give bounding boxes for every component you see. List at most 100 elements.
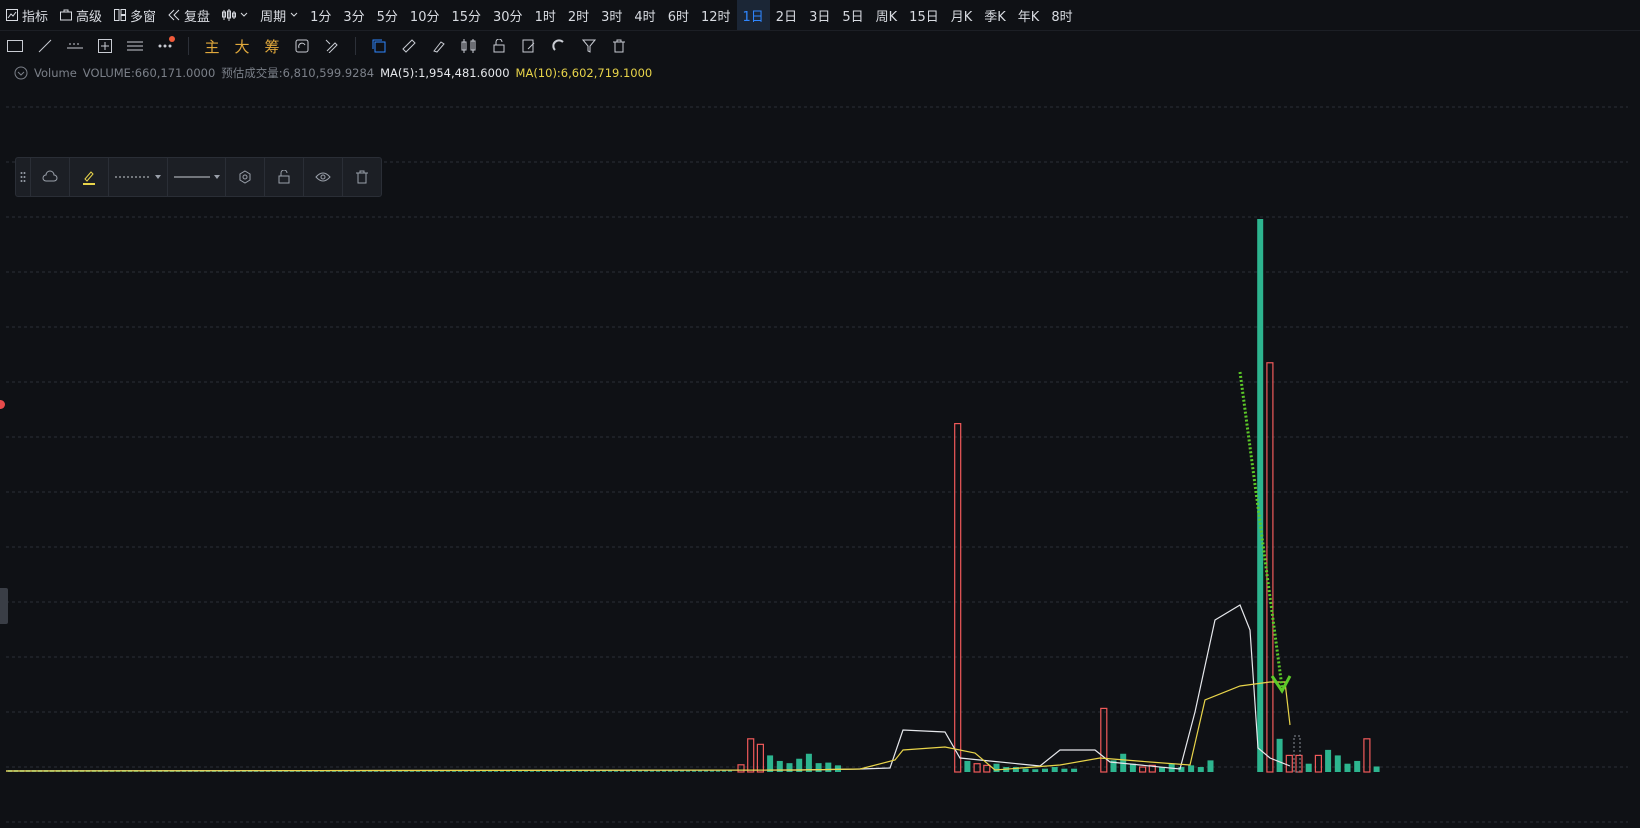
period-5d[interactable]: 5日 [836, 0, 869, 30]
rectangle-tool[interactable] [0, 33, 30, 59]
period-1h[interactable]: 1时 [529, 0, 562, 30]
more-dots-icon [158, 44, 172, 48]
template-button[interactable] [31, 158, 70, 196]
volume-bar [1061, 768, 1068, 772]
briefcase-icon [60, 9, 73, 21]
period-year[interactable]: 年K [1012, 0, 1046, 30]
ma10-value: MA(10):6,602,719.1000 [515, 66, 653, 80]
volume-bar [1276, 738, 1283, 772]
chips-button[interactable]: 筹 [257, 33, 287, 59]
main-label: 主 [204, 37, 220, 56]
volume-bar [1373, 766, 1380, 772]
drag-handle[interactable] [16, 158, 31, 196]
volume-bar [1295, 754, 1303, 773]
volume-bar [1138, 766, 1147, 773]
delete-drawing-button[interactable] [343, 158, 381, 196]
chevron-down-icon [290, 12, 298, 17]
period-5m[interactable]: 5分 [371, 0, 404, 30]
horizontal-line-tool[interactable] [60, 33, 90, 59]
period-15m[interactable]: 15分 [445, 0, 487, 30]
dotted-line-icon [114, 176, 151, 178]
settings-icon [239, 170, 251, 184]
clear-drawing-button[interactable] [317, 33, 347, 59]
volume-bar [1285, 754, 1293, 773]
volume-chart[interactable] [0, 90, 1630, 828]
volume-bar [973, 763, 981, 773]
period-15d[interactable]: 15日 [903, 0, 945, 30]
ma10-line [5, 681, 1291, 772]
visibility-button[interactable] [304, 158, 344, 196]
volume-bar [1100, 707, 1108, 773]
advanced-button[interactable]: 高级 [54, 0, 108, 30]
line-tool[interactable] [30, 33, 60, 59]
period-quarter[interactable]: 季K [978, 0, 1012, 30]
pen-clear-icon [325, 39, 338, 53]
period-3d[interactable]: 3日 [803, 0, 836, 30]
period-2d[interactable]: 2日 [770, 0, 803, 30]
ruler-tool[interactable] [394, 33, 424, 59]
lock-tool[interactable] [484, 33, 514, 59]
lock-button[interactable] [265, 158, 305, 196]
volume-bar [1257, 219, 1264, 772]
rectangle-icon [7, 40, 23, 52]
period-8h[interactable]: 8时 [1045, 0, 1078, 30]
volume-bar [1266, 362, 1274, 773]
big-order-button[interactable]: 大 [227, 33, 257, 59]
note-tool[interactable] [514, 33, 544, 59]
chart-type-dropdown[interactable] [216, 0, 254, 30]
caret-down-icon [154, 175, 161, 179]
horizontal-ray-icon [67, 43, 83, 49]
settings-button[interactable] [226, 158, 266, 196]
volume-bar [1188, 765, 1195, 772]
multi-window-button[interactable]: 多窗 [108, 0, 162, 30]
volume-bar [815, 763, 822, 772]
indicator-button[interactable]: 指标 [0, 0, 54, 30]
sync-drawing-button[interactable] [287, 33, 317, 59]
period-1m[interactable]: 1分 [304, 0, 337, 30]
line-style-dropdown[interactable] [109, 158, 168, 196]
indicator-name: Volume [34, 66, 77, 80]
top-toolbar: 指标 高级 多窗 复盘 周期 1分 3分 5分 10分 15分 30分 1时 2… [0, 0, 1640, 31]
crosshair-box-icon [98, 39, 112, 53]
main-indicator-button[interactable]: 主 [197, 33, 227, 59]
line-width-dropdown[interactable] [168, 158, 227, 196]
period-4h[interactable]: 4时 [628, 0, 661, 30]
replay-button[interactable]: 复盘 [162, 0, 216, 30]
volume-bar [1197, 767, 1204, 772]
caret-down-icon [213, 175, 220, 179]
ma5-line [5, 604, 1291, 772]
volume-bar [964, 760, 971, 772]
period-2h[interactable]: 2时 [562, 0, 595, 30]
collapse-icon[interactable] [14, 66, 28, 80]
panel-expand-handle[interactable] [0, 588, 8, 624]
period-12h[interactable]: 12时 [695, 0, 737, 30]
brush-tool[interactable] [424, 33, 454, 59]
period-6h[interactable]: 6时 [662, 0, 695, 30]
filter-tool[interactable] [574, 33, 604, 59]
period-3m[interactable]: 3分 [337, 0, 370, 30]
color-button[interactable] [70, 158, 109, 196]
more-tools-button[interactable] [150, 33, 180, 59]
parallel-lines-tool[interactable] [120, 33, 150, 59]
crosshair-tool[interactable] [90, 33, 120, 59]
period-1d[interactable]: 1日 [736, 0, 770, 30]
volume-bar [1314, 754, 1323, 773]
lock-icon [278, 170, 290, 184]
delete-tool[interactable] [604, 33, 634, 59]
candle-tool[interactable] [454, 33, 484, 59]
volume-bar [1022, 768, 1029, 772]
magnet-tool[interactable] [544, 33, 574, 59]
period-10m[interactable]: 10分 [404, 0, 446, 30]
period-month[interactable]: 月K [945, 0, 979, 30]
volume-bar [1042, 768, 1048, 772]
ma5-value: MA(5):1,954,481.6000 [380, 66, 510, 80]
copy-tool[interactable] [364, 33, 394, 59]
windows-icon [114, 9, 127, 21]
period-30m[interactable]: 30分 [487, 0, 529, 30]
period-week[interactable]: 周K [870, 0, 904, 30]
big-label: 大 [234, 37, 250, 56]
volume-bar [786, 763, 793, 772]
period-label: 周期 [260, 9, 287, 25]
period-dropdown[interactable]: 周期 [254, 0, 304, 30]
period-3h[interactable]: 3时 [595, 0, 628, 30]
